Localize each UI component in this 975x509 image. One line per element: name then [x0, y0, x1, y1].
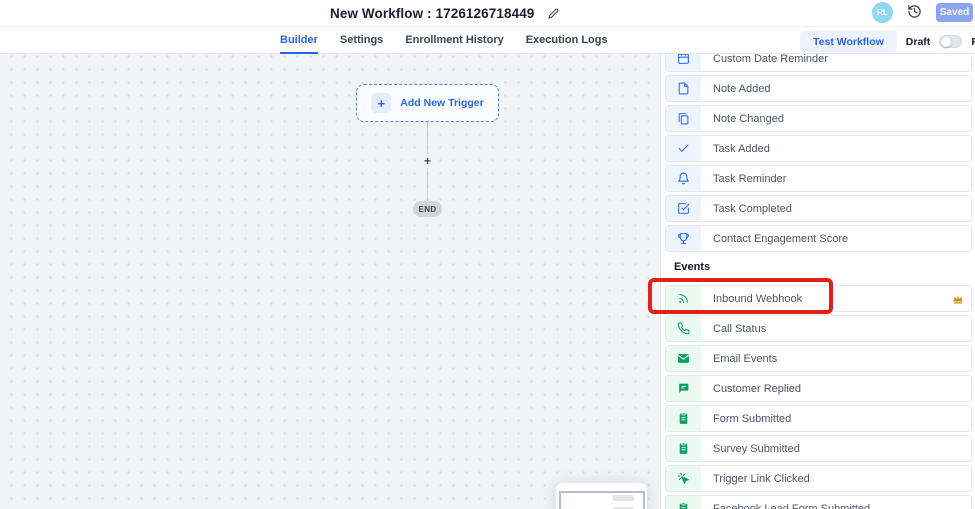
trigger-item-customer-replied[interactable]: Customer Replied	[665, 375, 972, 402]
trigger-item-trigger-link-clicked[interactable]: Trigger Link Clicked	[665, 465, 972, 492]
workflow-title-group: New Workflow : 1726126718449	[330, 0, 559, 27]
clipboard-icon	[666, 436, 701, 461]
trigger-item-label: Facebook Lead Form Submitted	[713, 503, 870, 509]
draft-label: Draft	[906, 36, 931, 48]
test-workflow-button[interactable]: Test Workflow	[800, 31, 897, 52]
cursor-click-icon	[666, 466, 701, 491]
publish-label: Publish	[971, 36, 975, 48]
phone-icon	[666, 316, 701, 341]
trigger-item-label: Trigger Link Clicked	[713, 473, 810, 485]
trigger-item-label: Task Reminder	[713, 173, 786, 185]
trigger-item-call-status[interactable]: Call Status	[665, 315, 972, 342]
task-completed-icon	[666, 196, 701, 221]
workflow-canvas: + Add New Trigger + END	[0, 54, 660, 509]
trigger-item-label: Customer Replied	[713, 383, 801, 395]
add-trigger-label: Add New Trigger	[400, 97, 483, 109]
trigger-item-label: Contact Engagement Score	[713, 233, 848, 245]
tab-execution-logs[interactable]: Execution Logs	[526, 27, 608, 54]
user-avatar[interactable]: RL	[872, 2, 893, 23]
trigger-item-label: Task Added	[713, 143, 770, 155]
plus-icon: +	[371, 93, 391, 113]
publish-toggle[interactable]	[939, 35, 962, 48]
workflow-builder-page: New Workflow : 1726126718449 RL Saved Bu…	[0, 0, 975, 509]
trigger-item-email-events[interactable]: Email Events	[665, 345, 972, 372]
end-node: END	[413, 201, 442, 217]
trigger-item-contact-engagement-score[interactable]: Contact Engagement Score	[665, 225, 972, 252]
app-header: New Workflow : 1726126718449 RL Saved	[0, 0, 975, 27]
preview-placeholder-bar	[613, 495, 634, 501]
mail-icon	[666, 346, 701, 371]
trigger-item-label: Custom Date Reminder	[713, 54, 828, 65]
calendar-icon	[666, 54, 701, 71]
trigger-item-custom-date-reminder[interactable]: Custom Date Reminder	[665, 54, 972, 72]
edit-title-pencil-icon[interactable]	[548, 8, 559, 19]
trigger-item-label: Note Changed	[713, 113, 784, 125]
check-icon	[666, 136, 701, 161]
toggle-knob	[941, 37, 951, 47]
note-changed-icon	[666, 106, 701, 131]
trigger-item-label: Note Added	[713, 83, 771, 95]
premium-crown-icon	[952, 293, 964, 305]
trigger-item-label: Email Events	[713, 353, 777, 365]
note-icon	[666, 76, 701, 101]
clipboard-icon	[666, 496, 701, 509]
trigger-item-label: Survey Submitted	[713, 443, 800, 455]
connector-add-step-icon[interactable]: +	[420, 154, 435, 168]
trigger-item-inbound-webhook[interactable]: Inbound Webhook	[665, 285, 972, 312]
events-section-header: Events	[674, 261, 710, 273]
tab-enrollment-history[interactable]: Enrollment History	[405, 27, 503, 54]
clipboard-icon	[666, 406, 701, 431]
trigger-item-label: Task Completed	[713, 203, 792, 215]
bell-icon	[666, 166, 701, 191]
trigger-item-label: Inbound Webhook	[713, 293, 802, 305]
trophy-icon	[666, 226, 701, 251]
trigger-item-form-submitted[interactable]: Form Submitted	[665, 405, 972, 432]
webhook-icon	[666, 286, 701, 311]
trigger-item-facebook-lead-form-submitted[interactable]: Facebook Lead Form Submitted	[665, 495, 972, 509]
tab-bar: Builder Settings Enrollment History Executi…	[0, 27, 975, 54]
trigger-picker-sidebar: Events Custom Date Reminder Note Added N…	[660, 54, 975, 509]
workflow-controls: Test Workflow Draft Publish	[800, 31, 975, 52]
trigger-item-note-changed[interactable]: Note Changed	[665, 105, 972, 132]
trigger-item-label: Form Submitted	[713, 413, 791, 425]
trigger-item-survey-submitted[interactable]: Survey Submitted	[665, 435, 972, 462]
trigger-item-task-reminder[interactable]: Task Reminder	[665, 165, 972, 192]
page-title: New Workflow : 1726126718449	[330, 6, 534, 21]
trigger-item-task-completed[interactable]: Task Completed	[665, 195, 972, 222]
history-clock-icon[interactable]	[907, 4, 922, 19]
tab-settings[interactable]: Settings	[340, 27, 383, 54]
add-new-trigger-button[interactable]: + Add New Trigger	[356, 84, 499, 122]
trigger-item-label: Call Status	[713, 323, 766, 335]
tabs-group: Builder Settings Enrollment History Executi…	[280, 27, 608, 54]
preview-panel	[556, 483, 647, 509]
tab-builder[interactable]: Builder	[280, 27, 318, 54]
chat-icon	[666, 376, 701, 401]
trigger-item-task-added[interactable]: Task Added	[665, 135, 972, 162]
saved-button[interactable]: Saved	[936, 3, 973, 22]
trigger-item-note-added[interactable]: Note Added	[665, 75, 972, 102]
